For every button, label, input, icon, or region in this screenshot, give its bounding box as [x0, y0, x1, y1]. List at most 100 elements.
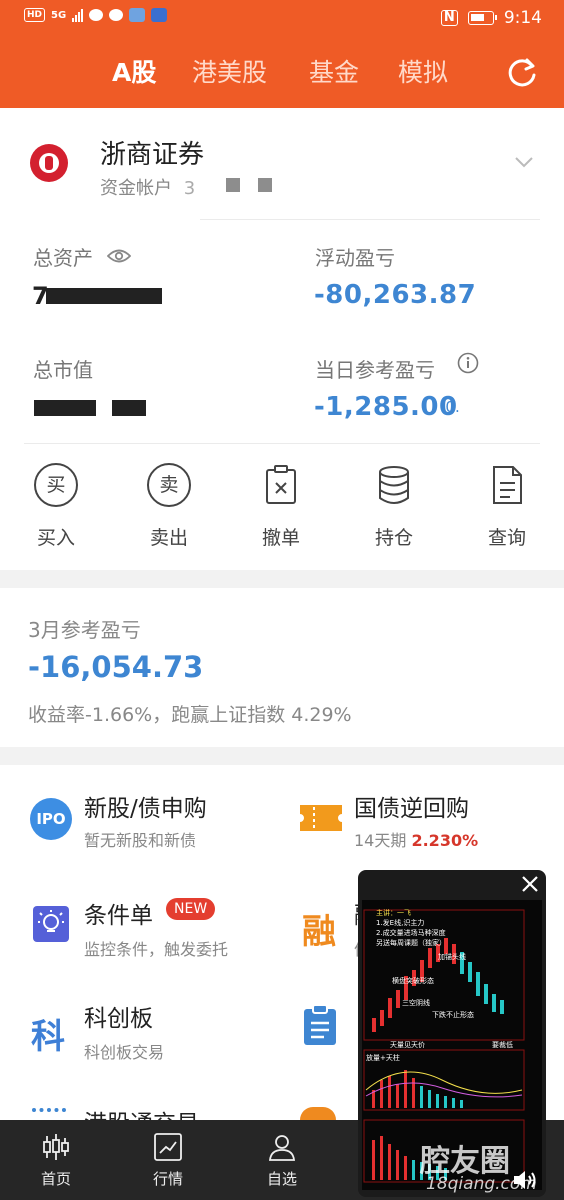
ipo-icon: IPO [30, 798, 72, 840]
new-badge: NEW [166, 898, 216, 920]
divider [200, 219, 540, 220]
nfc-icon: N [440, 10, 458, 26]
ticket-icon [300, 805, 342, 831]
account-label: 资金帐户 3 [100, 174, 195, 200]
nav-watchlist[interactable]: 自选 [226, 1120, 338, 1200]
hk-connect-right-icon [300, 1107, 336, 1120]
market-value-mask-1 [34, 400, 96, 416]
nav-label: 行情 [152, 1170, 183, 1188]
service-title: 港股通交易 [84, 1104, 199, 1120]
broker-name[interactable]: 浙商证券 [100, 134, 204, 171]
chart-note: 天量见天价 [390, 1041, 425, 1049]
monthly-pl-card[interactable]: 3月参考盈亏 -16,054.73 收益率-1.66%，跑赢上证指数 4.29% [0, 588, 564, 747]
sell-button[interactable]: 卖 卖出 [124, 463, 214, 550]
trade-actions: 买 买入 卖 卖出 撤单 持仓 查询 [0, 463, 564, 553]
cancel-order-label: 撤单 [261, 527, 300, 549]
market-tabs: A股 港美股 基金 模拟 [0, 50, 564, 96]
weather-icon [129, 8, 146, 22]
status-left: HD 5G [24, 8, 168, 22]
wechat-icon-2 [109, 9, 124, 21]
monthly-pl-value: -16,054.73 [28, 650, 204, 684]
service-subtitle: 14天期 2.230% [354, 827, 478, 851]
holdings-button[interactable]: 持仓 [349, 463, 439, 550]
total-assets-mask [46, 288, 162, 304]
chart-note: 1.发E线,识主力 [376, 919, 425, 927]
chart-note: 下跌不止形态 [432, 1011, 474, 1019]
battery-icon [467, 11, 497, 25]
nav-market[interactable]: 行情 [112, 1120, 224, 1200]
tab-a-shares[interactable]: A股 [112, 50, 156, 96]
volume-icon[interactable] [512, 1168, 538, 1192]
service-star-market[interactable]: 科 科创板 科创板交易 [0, 975, 280, 1075]
repo-term: 14天期 [354, 831, 407, 850]
repo-rate: 2.230% [411, 831, 479, 850]
query-button[interactable]: 查询 [462, 463, 552, 550]
sell-label: 卖出 [149, 527, 188, 549]
buy-label: 买入 [36, 527, 75, 549]
service-hk-connect[interactable]: 港股通交易 [0, 1080, 280, 1120]
account-number-visible: 3 [183, 178, 196, 199]
service-subtitle: 科创板交易 [84, 1043, 165, 1062]
daily-ref-pl-value: -1,285.00 [314, 392, 458, 422]
broker-logo [30, 144, 68, 182]
sell-icon: 卖 [147, 463, 191, 507]
total-assets-label: 总资产 [33, 246, 93, 270]
daily-ref-pl-percent: -0. [440, 398, 460, 416]
candlestick-icon [43, 1134, 69, 1160]
shield-app-icon [151, 8, 168, 22]
signal-icon [72, 8, 84, 22]
chart-icon [154, 1133, 182, 1161]
nav-home[interactable]: 首页 [0, 1120, 112, 1200]
service-margin[interactable]: 融 融 信 [280, 870, 377, 970]
chevron-down-icon[interactable] [514, 152, 534, 172]
chart-note: 2.成交量进场马种深度 [376, 929, 446, 937]
eye-icon[interactable] [107, 248, 131, 264]
margin-icon: 融 [302, 912, 336, 952]
buy-button[interactable]: 买 买入 [11, 463, 101, 550]
chart-note: 横盘突破形态 [392, 977, 434, 985]
service-ipo[interactable]: IPO 新股/债申购 暂无新股和新债 [0, 765, 280, 865]
status-right: N 9:14 [440, 8, 542, 28]
chart-note: 加锚头线 [438, 953, 466, 961]
monthly-pl-title: 3月参考盈亏 [28, 618, 141, 642]
query-label: 查询 [487, 527, 526, 549]
divider [24, 443, 540, 444]
chart-note: 另送每周课题（独家） [376, 939, 446, 947]
account-mask-2 [258, 178, 272, 192]
cancel-order-button[interactable]: 撤单 [236, 463, 326, 550]
nav-label: 首页 [40, 1170, 71, 1188]
cancel-order-icon [266, 465, 296, 504]
nav-label: 自选 [266, 1170, 297, 1188]
market-value-label: 总市值 [33, 358, 93, 382]
close-icon[interactable] [520, 874, 540, 894]
service-title: 国债逆回购 [354, 796, 469, 822]
account-label-text: 资金帐户 [100, 178, 172, 199]
floating-pl-value: -80,263.87 [314, 280, 477, 310]
chart-note: 放量+天柱 [366, 1054, 400, 1062]
info-icon[interactable] [457, 352, 479, 374]
service-subtitle: 暂无新股和新债 [84, 831, 197, 850]
service-subtitle: 监控条件，触发委托 [84, 940, 229, 959]
hd-indicator: HD [24, 8, 46, 22]
chart-note: 三空阴线 [402, 999, 430, 1007]
service-reverse-repo[interactable]: 国债逆回购 14天期 2.230% [280, 765, 564, 865]
tab-funds[interactable]: 基金 [309, 50, 359, 96]
holdings-label: 持仓 [374, 527, 413, 549]
tab-hk-us-stocks[interactable]: 港美股 [192, 50, 267, 96]
refresh-icon[interactable] [505, 56, 539, 90]
buy-icon: 买 [34, 463, 78, 507]
service-title: 科创板 [84, 1006, 153, 1032]
database-icon [379, 466, 409, 504]
chart-note: 要裁低 [492, 1041, 513, 1049]
account-card: 浙商证券 资金帐户 3 总资产 7 浮动盈亏 -80,263.87 总市值 当日… [0, 108, 564, 570]
tab-simulation[interactable]: 模拟 [398, 50, 448, 96]
service-title: 新股/债申购 [84, 796, 207, 822]
app-header: HD 5G N 9:14 A股 港美股 基金 模拟 [0, 0, 564, 108]
daily-ref-pl-label: 当日参考盈亏 [315, 358, 435, 382]
service-conditional-order[interactable]: 条件单 监控条件，触发委托 [0, 870, 280, 970]
clipboard-icon[interactable] [300, 1003, 340, 1047]
network-label: 5G [51, 9, 67, 21]
person-icon [269, 1135, 295, 1161]
lightbulb-icon [33, 906, 69, 942]
floating-pl-label: 浮动盈亏 [315, 246, 395, 270]
